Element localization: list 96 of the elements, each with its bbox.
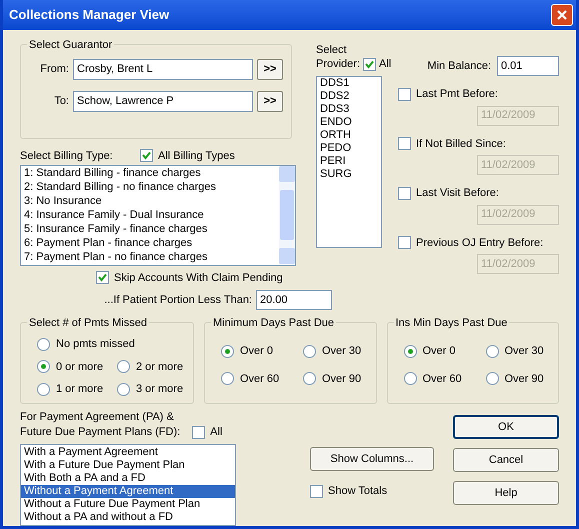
- radio-label: Over 30: [504, 344, 544, 359]
- min-balance-label: Min Balance:: [427, 58, 492, 74]
- radio-button[interactable]: [37, 338, 50, 351]
- radio-label: Over 60: [240, 372, 280, 386]
- list-item[interactable]: Without a PA and without a FD: [21, 510, 235, 524]
- check-icon: [98, 273, 107, 282]
- close-icon: [557, 10, 567, 20]
- radio-button[interactable]: [37, 382, 50, 396]
- list-item[interactable]: 6: Payment Plan - finance charges: [24, 236, 279, 250]
- list-item[interactable]: 3: No Insurance: [24, 194, 279, 208]
- checkbox-label: Show Totals: [328, 484, 388, 499]
- dialog-button[interactable]: Cancel: [453, 448, 559, 472]
- group-title: Minimum Days Past Due: [211, 315, 336, 332]
- provider-label: Select: [316, 44, 348, 56]
- payment-plan-label: For Payment Agreement (PA) &: [20, 411, 175, 424]
- field-label: To:: [53, 94, 70, 110]
- radio-button[interactable]: [221, 372, 234, 386]
- guarantor-field[interactable]: Schow, Lawrence P: [73, 91, 253, 112]
- check-icon: [365, 60, 374, 69]
- radio-button[interactable]: [486, 372, 498, 386]
- radio-label: Over 30: [322, 344, 362, 359]
- radio-button[interactable]: [404, 344, 416, 358]
- payment-plan-list[interactable]: With a Payment Agreement With a Future Due Payment Plan With Both a PA and a FD Without a Payment Agreement Without a Future Due Payment Plan Without a PA and without a FD: [20, 444, 236, 526]
- radio-label: No pmts missed: [56, 337, 135, 352]
- list-item[interactable]: 2: Standard Billing - no finance charges: [24, 180, 279, 194]
- checkbox-label: Previous OJ Entry Before:: [416, 236, 544, 250]
- radio-label: 1 or more: [56, 382, 104, 397]
- min-balance-field[interactable]: 0.01: [497, 56, 559, 76]
- list-item[interactable]: DDS3: [320, 102, 381, 116]
- radio-button[interactable]: [303, 372, 316, 386]
- radio-label: 0 or more: [56, 360, 104, 374]
- checkbox[interactable]: [398, 186, 411, 200]
- dialog-button[interactable]: OK: [453, 415, 559, 439]
- checkbox-label: All: [210, 425, 222, 440]
- radio-button[interactable]: [37, 360, 50, 374]
- list-item[interactable]: With a Payment Agreement: [21, 446, 235, 458]
- checkbox[interactable]: [398, 137, 411, 150]
- checkbox-label: Skip Accounts With Claim Pending: [114, 270, 283, 286]
- checkbox-label: All Billing Types: [158, 148, 235, 164]
- radio-button[interactable]: [117, 382, 130, 396]
- checkbox[interactable]: [310, 484, 323, 498]
- checkbox-label: Last Pmt Before:: [416, 87, 498, 102]
- close-button[interactable]: [551, 4, 573, 26]
- browse-button[interactable]: >>: [257, 59, 283, 80]
- provider-label: Provider:: [316, 57, 360, 72]
- list-item[interactable]: With a Future Due Payment Plan: [21, 458, 235, 472]
- payment-plan-label: Future Due Payment Plans (FD):: [20, 425, 180, 440]
- billing-type-label: Select Billing Type:: [20, 148, 114, 164]
- list-item[interactable]: Without a Future Due Payment Plan: [21, 498, 235, 510]
- browse-button[interactable]: >>: [257, 91, 283, 112]
- list-item[interactable]: 1: Standard Billing - finance charges: [24, 166, 279, 180]
- checkbox-label: All: [379, 57, 392, 72]
- radio-label: 3 or more: [136, 382, 184, 397]
- field-label: From:: [39, 62, 70, 78]
- dialog-button[interactable]: Show Columns...: [310, 447, 434, 471]
- scrollbar[interactable]: [279, 166, 295, 264]
- list-item[interactable]: With Both a PA and a FD: [21, 472, 235, 484]
- checkbox-label: If Not Billed Since:: [416, 136, 506, 152]
- provider-list[interactable]: DDS1 DDS2 DDS3 ENDO ORTH PEDO PERI SURG: [316, 76, 382, 248]
- radio-label: Over 90: [322, 372, 362, 386]
- guarantor-field[interactable]: Crosby, Brent L: [73, 59, 253, 80]
- checkbox[interactable]: [398, 236, 411, 250]
- checkbox[interactable]: [140, 149, 153, 162]
- radio-label: 2 or more: [136, 360, 184, 374]
- radio-button[interactable]: [221, 344, 234, 358]
- radio-label: Over 0: [422, 344, 456, 359]
- checkbox-label: Last Visit Before:: [416, 186, 499, 201]
- list-item[interactable]: Without a Payment Agreement: [21, 484, 235, 498]
- patient-portion-label: ...If Patient Portion Less Than:: [103, 292, 253, 308]
- window-title: Collections Manager View: [9, 6, 170, 24]
- list-item[interactable]: 4: Insurance Family - Dual Insurance: [24, 208, 279, 222]
- radio-label: Over 60: [422, 372, 462, 386]
- group-title: Ins Min Days Past Due: [394, 315, 510, 332]
- radio-button[interactable]: [303, 344, 316, 358]
- checkbox[interactable]: [363, 58, 376, 71]
- list-item[interactable]: DDS2: [320, 90, 381, 102]
- radio-button[interactable]: [486, 344, 498, 358]
- list-item[interactable]: 7: Payment Plan - no finance charges: [24, 250, 279, 264]
- list-item[interactable]: DDS1: [320, 76, 381, 90]
- checkbox[interactable]: [96, 271, 109, 284]
- dialog-button[interactable]: Help: [453, 481, 559, 505]
- list-item[interactable]: PERI: [320, 154, 381, 168]
- radio-button[interactable]: [117, 360, 130, 374]
- check-icon: [142, 151, 151, 160]
- billing-type-list[interactable]: [20, 164, 296, 266]
- list-item[interactable]: PEDO: [320, 142, 381, 154]
- list-item[interactable]: 5: Insurance Family - finance charges: [24, 222, 279, 236]
- radio-button[interactable]: [404, 372, 416, 386]
- patient-portion-field[interactable]: 20.00: [256, 290, 332, 310]
- list-item[interactable]: SURG: [320, 168, 381, 180]
- radio-label: Over 90: [504, 372, 544, 386]
- radio-label: Over 0: [240, 344, 274, 359]
- list-item[interactable]: ENDO: [320, 116, 381, 128]
- checkbox[interactable]: [192, 426, 206, 439]
- checkbox[interactable]: [398, 88, 411, 101]
- list-item[interactable]: ORTH: [320, 128, 381, 142]
